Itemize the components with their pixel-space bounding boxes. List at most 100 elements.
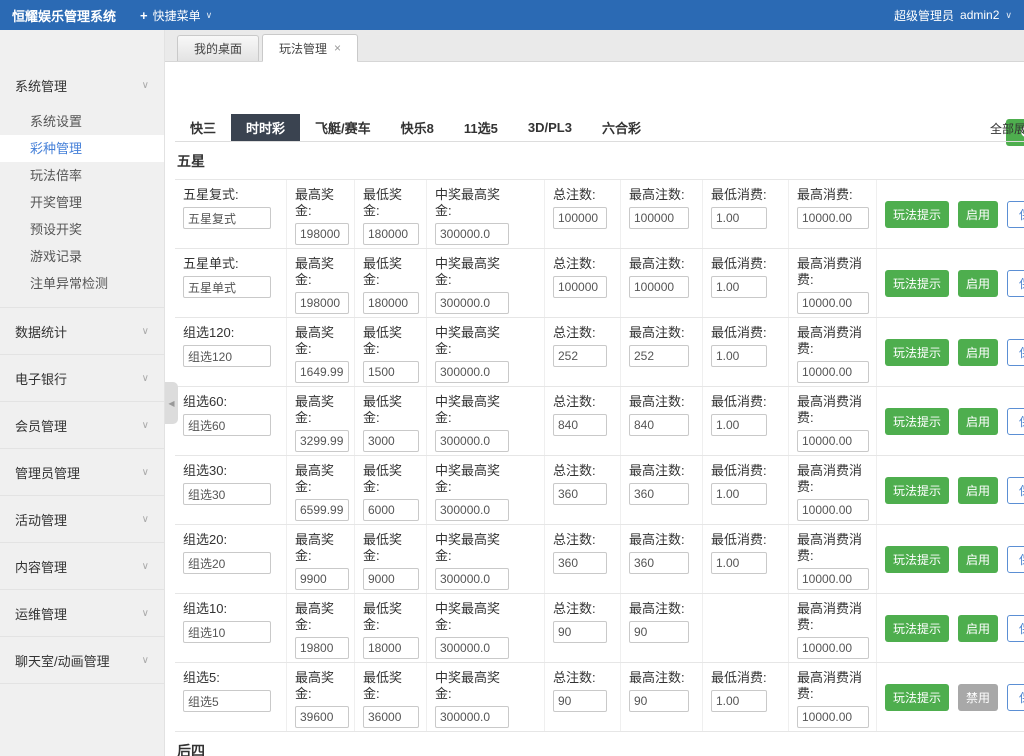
field-input[interactable] bbox=[553, 690, 607, 712]
field-input[interactable] bbox=[295, 499, 349, 521]
field-input[interactable] bbox=[629, 552, 689, 574]
field-input[interactable] bbox=[711, 690, 767, 712]
field-input[interactable] bbox=[295, 361, 349, 383]
status-toggle-button[interactable]: 启用 bbox=[958, 408, 998, 435]
play-tip-button[interactable]: 玩法提示 bbox=[885, 408, 949, 435]
field-input[interactable] bbox=[553, 552, 607, 574]
sidebar-item-0-2[interactable]: 玩法倍率 bbox=[0, 162, 164, 189]
save-button[interactable]: 保存 bbox=[1007, 615, 1024, 642]
sidebar-group-header-7[interactable]: 运维管理∨ bbox=[0, 590, 164, 636]
field-input[interactable] bbox=[797, 292, 869, 314]
field-input[interactable] bbox=[295, 706, 349, 728]
field-input[interactable] bbox=[363, 223, 419, 245]
close-icon[interactable]: × bbox=[334, 41, 341, 55]
sidebar-item-0-5[interactable]: 游戏记录 bbox=[0, 243, 164, 270]
play-tip-button[interactable]: 玩法提示 bbox=[885, 339, 949, 366]
status-toggle-button[interactable]: 启用 bbox=[958, 615, 998, 642]
field-input[interactable] bbox=[797, 568, 869, 590]
sidebar-group-header-6[interactable]: 内容管理∨ bbox=[0, 543, 164, 589]
save-button[interactable]: 保存 bbox=[1007, 201, 1024, 228]
play-name-input[interactable] bbox=[183, 414, 271, 436]
field-input[interactable] bbox=[797, 499, 869, 521]
sidebar-item-0-0[interactable]: 系统设置 bbox=[0, 108, 164, 135]
sidebar-group-header-5[interactable]: 活动管理∨ bbox=[0, 496, 164, 542]
sidebar-item-0-3[interactable]: 开奖管理 bbox=[0, 189, 164, 216]
status-toggle-button[interactable]: 启用 bbox=[958, 339, 998, 366]
field-input[interactable] bbox=[435, 223, 509, 245]
play-tip-button[interactable]: 玩法提示 bbox=[885, 270, 949, 297]
field-input[interactable] bbox=[295, 430, 349, 452]
game-tab-6[interactable]: 六合彩 bbox=[587, 114, 656, 141]
field-input[interactable] bbox=[797, 706, 869, 728]
field-input[interactable] bbox=[711, 207, 767, 229]
field-input[interactable] bbox=[629, 414, 689, 436]
field-input[interactable] bbox=[797, 430, 869, 452]
field-input[interactable] bbox=[553, 483, 607, 505]
window-tab-0[interactable]: 我的桌面 bbox=[177, 35, 259, 61]
save-button[interactable]: 保存 bbox=[1007, 270, 1024, 297]
play-tip-button[interactable]: 玩法提示 bbox=[885, 477, 949, 504]
field-input[interactable] bbox=[797, 637, 869, 659]
save-button[interactable]: 保存 bbox=[1007, 546, 1024, 573]
play-name-input[interactable] bbox=[183, 552, 271, 574]
field-input[interactable] bbox=[295, 568, 349, 590]
window-tab-1[interactable]: 玩法管理× bbox=[262, 34, 358, 62]
game-tab-0[interactable]: 快三 bbox=[175, 114, 231, 141]
field-input[interactable] bbox=[553, 207, 607, 229]
save-button[interactable]: 保存 bbox=[1007, 684, 1024, 711]
field-input[interactable] bbox=[435, 568, 509, 590]
field-input[interactable] bbox=[435, 637, 509, 659]
status-toggle-button[interactable]: 启用 bbox=[958, 201, 998, 228]
field-input[interactable] bbox=[363, 361, 419, 383]
status-toggle-button[interactable]: 启用 bbox=[958, 270, 998, 297]
status-toggle-button[interactable]: 禁用 bbox=[958, 684, 998, 711]
field-input[interactable] bbox=[363, 706, 419, 728]
game-tab-4[interactable]: 11选5 bbox=[449, 114, 513, 141]
user-menu[interactable]: 超级管理员 admin2 ∨ bbox=[894, 7, 1012, 24]
field-input[interactable] bbox=[363, 292, 419, 314]
field-input[interactable] bbox=[797, 207, 869, 229]
play-tip-button[interactable]: 玩法提示 bbox=[885, 546, 949, 573]
expand-all-link[interactable]: 全部展开 bbox=[990, 120, 1024, 137]
field-input[interactable] bbox=[363, 568, 419, 590]
field-input[interactable] bbox=[711, 552, 767, 574]
field-input[interactable] bbox=[711, 483, 767, 505]
field-input[interactable] bbox=[295, 292, 349, 314]
quick-menu[interactable]: + 快捷菜单 ∨ bbox=[140, 7, 212, 24]
field-input[interactable] bbox=[553, 621, 607, 643]
field-input[interactable] bbox=[363, 637, 419, 659]
sidebar-item-0-1[interactable]: 彩种管理 bbox=[0, 135, 164, 162]
field-input[interactable] bbox=[363, 499, 419, 521]
game-tab-5[interactable]: 3D/PL3 bbox=[513, 114, 587, 141]
sidebar-item-0-4[interactable]: 预设开奖 bbox=[0, 216, 164, 243]
status-toggle-button[interactable]: 启用 bbox=[958, 546, 998, 573]
field-input[interactable] bbox=[629, 345, 689, 367]
save-button[interactable]: 保存 bbox=[1007, 408, 1024, 435]
field-input[interactable] bbox=[711, 414, 767, 436]
game-tab-3[interactable]: 快乐8 bbox=[386, 114, 449, 141]
status-toggle-button[interactable]: 启用 bbox=[958, 477, 998, 504]
field-input[interactable] bbox=[435, 499, 509, 521]
play-name-input[interactable] bbox=[183, 276, 271, 298]
field-input[interactable] bbox=[553, 345, 607, 367]
play-name-input[interactable] bbox=[183, 483, 271, 505]
field-input[interactable] bbox=[711, 276, 767, 298]
sidebar-item-0-6[interactable]: 注单异常检测 bbox=[0, 270, 164, 297]
sidebar-group-header-3[interactable]: 会员管理∨ bbox=[0, 402, 164, 448]
field-input[interactable] bbox=[435, 361, 509, 383]
sidebar-group-header-8[interactable]: 聊天室/动画管理∨ bbox=[0, 637, 164, 683]
field-input[interactable] bbox=[711, 345, 767, 367]
field-input[interactable] bbox=[629, 483, 689, 505]
field-input[interactable] bbox=[435, 292, 509, 314]
play-name-input[interactable] bbox=[183, 207, 271, 229]
sidebar-group-header-4[interactable]: 管理员管理∨ bbox=[0, 449, 164, 495]
field-input[interactable] bbox=[295, 223, 349, 245]
save-button[interactable]: 保存 bbox=[1007, 477, 1024, 504]
sidebar-group-header-0[interactable]: 系统管理∨ bbox=[0, 62, 164, 108]
save-button[interactable]: 保存 bbox=[1007, 339, 1024, 366]
play-tip-button[interactable]: 玩法提示 bbox=[885, 684, 949, 711]
field-input[interactable] bbox=[435, 706, 509, 728]
field-input[interactable] bbox=[435, 430, 509, 452]
play-name-input[interactable] bbox=[183, 690, 271, 712]
sidebar-collapse-handle[interactable]: ◀ bbox=[165, 382, 178, 424]
